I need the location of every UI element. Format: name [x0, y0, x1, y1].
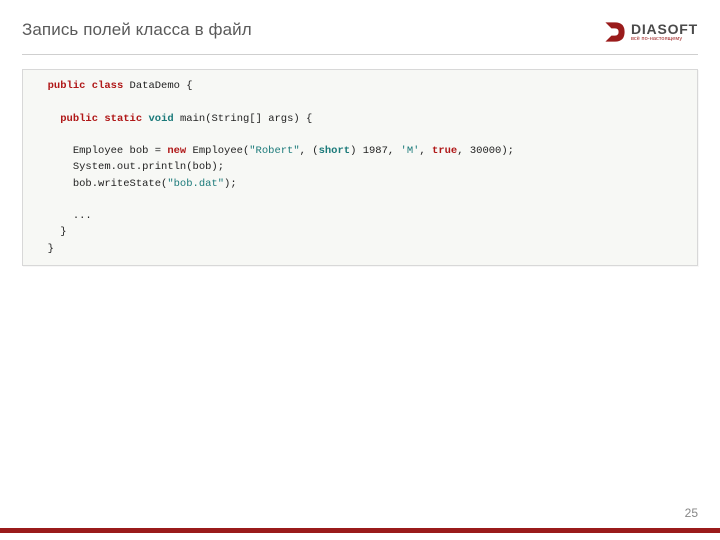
- keyword: new: [167, 145, 186, 157]
- keyword: short: [319, 145, 351, 157]
- code-text: , (: [300, 145, 319, 157]
- logo: DIASOFT всё по-настоящему: [603, 20, 698, 44]
- keyword: class: [92, 80, 124, 92]
- code-text: main(String[] args) {: [174, 113, 313, 125]
- code-text: ,: [419, 145, 432, 157]
- code-text: }: [48, 243, 54, 255]
- logo-text: DIASOFT: [631, 22, 698, 36]
- keyword: static: [104, 113, 142, 125]
- code-text: ) 1987,: [350, 145, 400, 157]
- code-text: , 30000);: [457, 145, 514, 157]
- code-text: DataDemo {: [123, 80, 192, 92]
- keyword: public: [60, 113, 98, 125]
- bottom-edge: [0, 533, 720, 540]
- code-text: ...: [73, 210, 92, 222]
- code-text: System.out.println(bob);: [73, 161, 224, 173]
- string-literal: "Robert": [249, 145, 299, 157]
- char-literal: 'M': [401, 145, 420, 157]
- keyword: true: [432, 145, 457, 157]
- code-text: Employee bob =: [73, 145, 168, 157]
- slide-title: Запись полей класса в файл: [22, 20, 252, 40]
- logo-mark-icon: [603, 20, 627, 44]
- code-block: public class DataDemo { public static vo…: [22, 69, 698, 266]
- code-text: }: [60, 226, 66, 238]
- keyword: void: [148, 113, 173, 125]
- code-text: Employee(: [186, 145, 249, 157]
- logo-subtext: всё по-настоящему: [631, 37, 698, 43]
- string-literal: "bob.dat": [167, 178, 224, 190]
- header: Запись полей класса в файл DIASOFT всё п…: [0, 0, 720, 52]
- page-number: 25: [685, 506, 698, 520]
- header-divider: [22, 54, 698, 55]
- code-text: );: [224, 178, 237, 190]
- keyword: public: [48, 80, 86, 92]
- code-text: bob.writeState(: [73, 178, 168, 190]
